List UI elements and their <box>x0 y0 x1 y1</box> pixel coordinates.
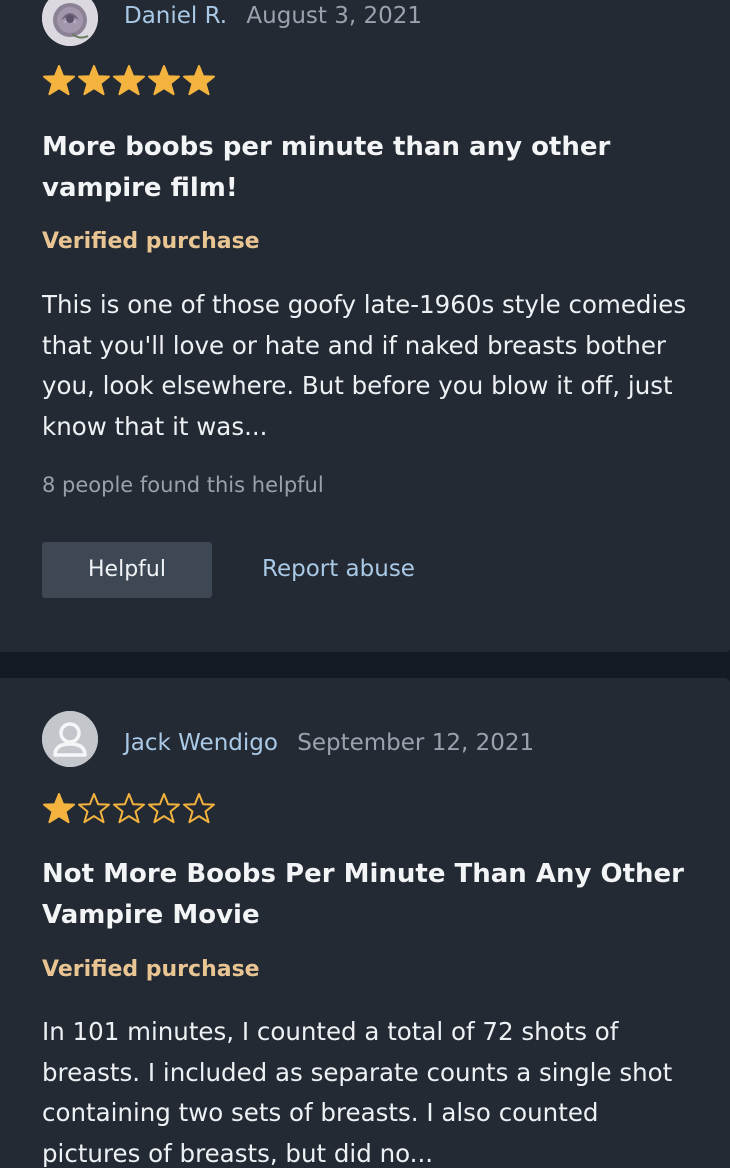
star-filled-icon <box>148 65 180 96</box>
star-rating <box>42 792 217 828</box>
verified-purchase-badge: Verified purchase <box>42 957 260 982</box>
helpful-count: 8 people found this helpful <box>42 473 324 497</box>
review-author-line: Daniel R. August 3, 2021 <box>124 3 422 29</box>
review-body[interactable]: This is one of those goofy late-1960s st… <box>42 285 702 447</box>
star-filled-icon <box>78 65 110 96</box>
review-date: August 3, 2021 <box>246 3 423 29</box>
star-filled-icon <box>43 65 75 96</box>
report-abuse-link[interactable]: Report abuse <box>262 556 415 582</box>
review-title: Not More Boobs Per Minute Than Any Other… <box>42 859 684 930</box>
review-author-line: Jack Wendigo September 12, 2021 <box>124 730 534 756</box>
star-empty-icon <box>183 793 215 824</box>
star-filled-icon <box>113 65 145 96</box>
verified-purchase-badge: Verified purchase <box>42 229 260 254</box>
reviewer-name[interactable]: Jack Wendigo <box>124 730 278 756</box>
star-filled-icon <box>43 793 75 824</box>
star-rating <box>42 64 217 100</box>
default-user-icon[interactable] <box>42 711 98 767</box>
star-empty-icon <box>113 793 145 824</box>
review-date: September 12, 2021 <box>297 730 535 756</box>
star-empty-icon <box>78 793 110 824</box>
star-empty-icon <box>148 793 180 824</box>
review-title: More boobs per minute than any other vam… <box>42 132 611 203</box>
review-body[interactable]: In 101 minutes, I counted a total of 72 … <box>42 1012 702 1168</box>
star-filled-icon <box>183 65 215 96</box>
helpful-button[interactable]: Helpful <box>42 542 212 598</box>
reviewer-name[interactable]: Daniel R. <box>124 3 227 29</box>
review-list: Daniel R. August 3, 2021 More boobs per … <box>0 0 730 1168</box>
